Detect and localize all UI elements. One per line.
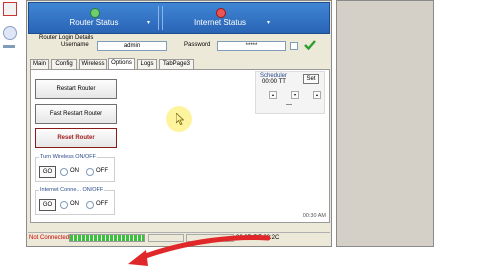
tab-config[interactable]: Config [51, 59, 77, 69]
scheduler-dash: — [286, 102, 292, 108]
ampm-spinner[interactable]: ▴ [313, 91, 321, 99]
internet-status-label: Internet Status [193, 18, 247, 27]
username-label: Username [61, 42, 89, 48]
annotation-arrow [118, 230, 278, 270]
scheduler-box: Scheduler 00:00 TT Set ▴ ▾ ▴ — [255, 71, 325, 114]
internet-on-radio[interactable] [60, 201, 68, 209]
connection-status: Not Connected [29, 235, 70, 241]
password-label: Password [184, 42, 211, 48]
tab-wireless[interactable]: Wireless [79, 59, 107, 69]
restart-router-button[interactable]: Restart Router [35, 79, 117, 99]
shortcut-icon-1[interactable] [3, 2, 17, 16]
username-field[interactable]: admin [97, 41, 167, 51]
side-panel [336, 0, 434, 247]
router-status-button[interactable]: Router Status ▾ [35, 6, 153, 30]
wireless-go-button[interactable]: GO [39, 166, 56, 178]
internet-status-button[interactable]: Internet Status ▾ [167, 6, 273, 30]
header-divider [162, 6, 163, 30]
tab-options[interactable]: Options [108, 58, 135, 69]
hour-spinner[interactable]: ▴ [269, 91, 277, 99]
internet-off-label: OFF [96, 201, 108, 207]
internet-off-radio[interactable] [86, 201, 94, 209]
wireless-toggle-group: Turn Wireless ON/OFF GO ON OFF [35, 154, 115, 182]
chevron-down-icon: ▾ [146, 20, 150, 26]
scheduler-time: 00:00 TT [262, 79, 286, 85]
header-divider [158, 6, 159, 30]
desktop-strip [0, 0, 26, 270]
status-header: Router Status ▾ Internet Status ▾ [28, 2, 330, 34]
reset-router-button[interactable]: Reset Router [35, 128, 117, 148]
shortcut-icon-2[interactable] [3, 26, 17, 40]
tab-tabpage3[interactable]: TabPage3 [159, 59, 194, 69]
router-status-icon [90, 8, 100, 18]
internet-status-icon [216, 8, 226, 18]
wireless-on-label: ON [70, 168, 79, 174]
wireless-on-radio[interactable] [60, 168, 68, 176]
shortcut-icon-3[interactable] [3, 45, 15, 48]
wireless-off-radio[interactable] [86, 168, 94, 176]
login-group-title: Router Login Details [39, 35, 94, 41]
router-status-label: Router Status [69, 18, 119, 27]
password-field[interactable]: ***** [217, 41, 286, 51]
fast-restart-router-button[interactable]: Fast Restart Router [35, 104, 117, 124]
cursor-highlight [166, 106, 192, 132]
minute-spinner[interactable]: ▾ [291, 91, 299, 99]
panel-clock: 00:30 AM [302, 213, 326, 219]
wireless-off-label: OFF [96, 168, 108, 174]
tab-main[interactable]: Main [30, 59, 49, 69]
internet-toggle-group: Internet Conne... ON/OFF GO ON OFF [35, 187, 115, 215]
check-icon[interactable] [303, 38, 317, 52]
scheduler-set-button[interactable]: Set [303, 74, 319, 84]
internet-group-title: Internet Conne... ON/OFF [39, 187, 105, 193]
remember-checkbox[interactable] [290, 42, 298, 50]
internet-go-button[interactable]: GO [39, 199, 56, 211]
chevron-down-icon: ▾ [266, 20, 270, 26]
tab-logs[interactable]: Logs [137, 59, 157, 69]
wireless-group-title: Turn Wireless ON/OFF [39, 154, 98, 160]
internet-on-label: ON [70, 201, 79, 207]
